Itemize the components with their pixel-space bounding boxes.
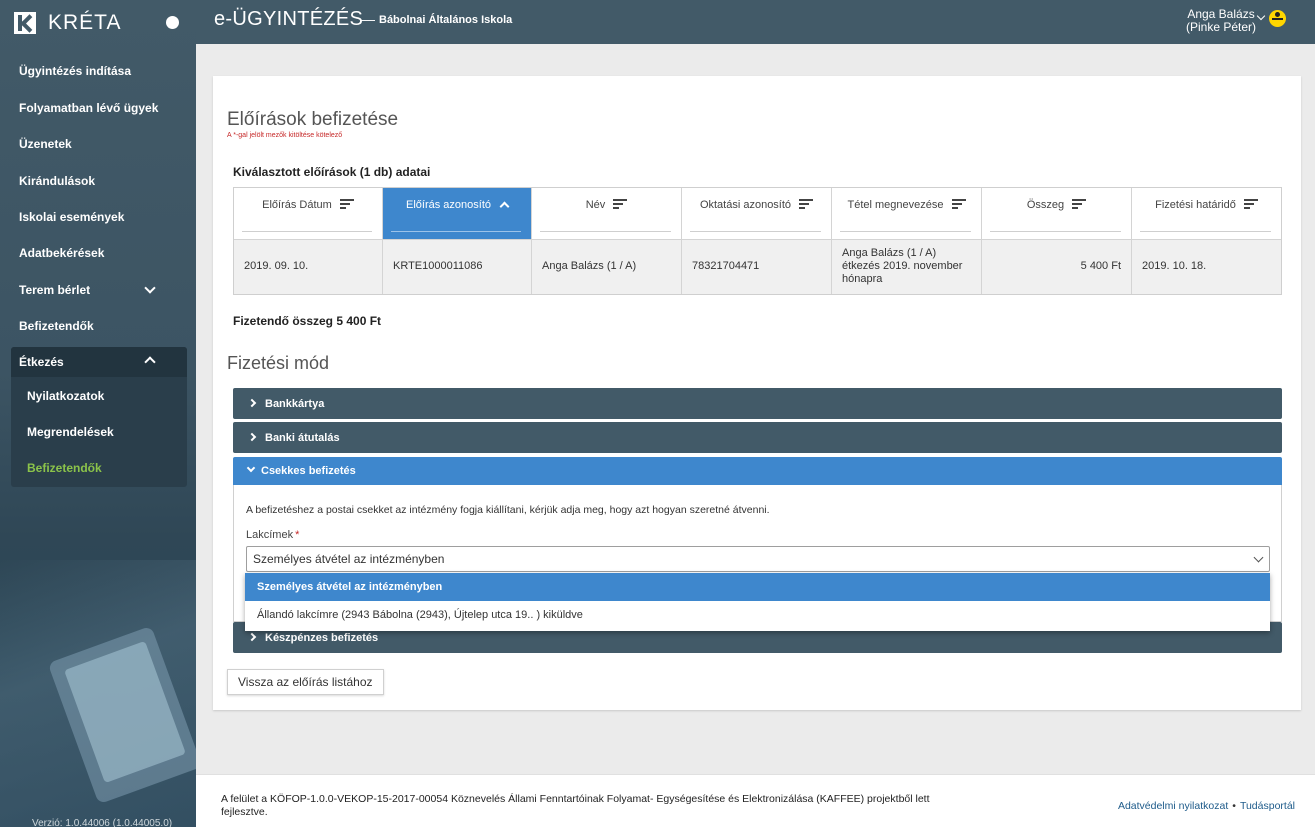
brand-name: KRÉTA	[48, 11, 122, 34]
column-header-oktatasi-azonosito[interactable]: Oktatási azonosító	[682, 188, 832, 239]
column-header-eloiras-azonosito[interactable]: Előírás azonosító	[383, 188, 532, 239]
sort-icon[interactable]	[1072, 199, 1087, 209]
accordion-label: Bankkártya	[265, 398, 325, 410]
accordion-label: Csekkes befizetés	[261, 465, 356, 477]
chevron-down-icon[interactable]	[1256, 11, 1266, 21]
accordion-label: Készpénzes befizetés	[265, 632, 379, 644]
submenu-item-nyilatkozatok[interactable]: Nyilatkozatok	[27, 389, 104, 403]
column-filter-input[interactable]	[1140, 231, 1271, 232]
sidebar-item-uzenetek[interactable]: Üzenetek	[19, 137, 72, 151]
accordion-label: Banki átutalás	[265, 432, 340, 444]
sidebar-item-ugyintezes-inditasa[interactable]: Ügyintézés indítása	[19, 64, 131, 78]
column-header-label: Oktatási azonosító	[699, 199, 792, 211]
column-header-label: Előírás azonosító	[406, 199, 491, 211]
chevron-down-icon[interactable]	[144, 282, 156, 294]
sidebar-toggle-button[interactable]	[166, 16, 179, 29]
sidebar-item-folyamatban[interactable]: Folyamatban lévő ügyek	[19, 101, 158, 115]
selected-items-title: Kiválasztott előírások (1 db) adatai	[233, 165, 431, 179]
sidebar-item-kirandulasok[interactable]: Kirándulások	[19, 174, 95, 188]
address-dropdown-list: Személyes átvétel az intézményben Álland…	[245, 573, 1270, 631]
app-title[interactable]: e-ÜGYINTÉZÉS	[214, 8, 363, 31]
address-option[interactable]: Állandó lakcímre (2943 Bábolna (2943), Ú…	[245, 601, 1270, 629]
table-cell: 2019. 10. 18.	[1142, 260, 1207, 272]
sidebar-item-befizetendok[interactable]: Befizetendők	[19, 319, 94, 333]
user-menu[interactable]: Anga Balázs (Pinke Péter)	[1186, 8, 1256, 34]
address-option-selected[interactable]: Személyes átvétel az intézményben	[245, 573, 1270, 601]
sort-icon[interactable]	[951, 199, 966, 209]
column-header-label: Előírás Dátum	[262, 199, 332, 211]
footer-links: Adatvédelmi nyilatkozat • Tudásportál	[1118, 800, 1295, 812]
payment-method-title: Fizetési mód	[227, 353, 330, 373]
accordion-bankkartya[interactable]: Bankkártya	[233, 388, 1282, 419]
submenu-item-befizetendok[interactable]: Befizetendők	[27, 461, 102, 475]
column-filter-input[interactable]	[690, 231, 821, 232]
chevron-down-icon	[1253, 552, 1264, 563]
sidebar-background-photo	[0, 560, 196, 827]
column-header-label: Tétel megnevezése	[847, 199, 944, 211]
footer-separator: •	[1232, 800, 1236, 812]
chevron-right-icon	[247, 398, 257, 408]
address-label: Lakcímek *	[246, 529, 299, 541]
table-cell: KRTE1000011086	[383, 239, 532, 294]
sort-icon[interactable]	[613, 199, 628, 209]
sort-ascending-icon[interactable]	[499, 201, 510, 212]
brand[interactable]: KRÉTA	[14, 10, 121, 36]
sidebar-item-iskolai-esemenyek[interactable]: Iskolai események	[19, 210, 124, 224]
knowledge-portal-link[interactable]: Tudásportál	[1240, 800, 1295, 812]
sidebar: KRÉTA Ügyintézés indítása Folyamatban lé…	[0, 0, 196, 827]
column-header-label: Összeg	[1026, 199, 1065, 211]
address-label-text: Lakcímek	[246, 529, 294, 541]
table-cell: 2019. 09. 10.	[234, 239, 383, 294]
footer: A felület a KÖFOP-1.0.0-VEKOP-15-2017-00…	[196, 774, 1315, 827]
table-cell: 78321704471	[682, 239, 832, 294]
accordion-csekkes-befizetes[interactable]: Csekkes befizetés	[233, 457, 1282, 485]
total-amount: Fizetendő összeg 5 400 Ft	[233, 314, 382, 328]
table-cell: 5 400 Ft	[982, 239, 1132, 294]
sort-icon[interactable]	[799, 199, 814, 209]
address-select-value: Személyes átvétel az intézményben	[253, 552, 445, 566]
title-separator: —	[361, 11, 375, 27]
back-to-list-button[interactable]: Vissza az előírás listához	[227, 669, 384, 695]
check-description: A befizetéshez a postai csekket az intéz…	[246, 504, 770, 516]
column-filter-input[interactable]	[990, 231, 1121, 232]
sidebar-item-adatbekeresek[interactable]: Adatbekérések	[19, 246, 104, 260]
school-name: Bábolnai Általános Iskola	[379, 14, 513, 26]
accessibility-icon[interactable]	[1269, 10, 1286, 27]
column-header-tetel-megnevezese[interactable]: Tétel megnevezése	[832, 188, 982, 239]
address-select[interactable]: Személyes átvétel az intézményben	[246, 546, 1270, 572]
column-header-fizetesi-hatarido[interactable]: Fizetési határidő	[1132, 188, 1281, 239]
table-cell: Anga Balázs (1 / A)	[532, 239, 682, 294]
column-header-label: Név	[585, 199, 606, 211]
accordion-banki-atutalas[interactable]: Banki átutalás	[233, 422, 1282, 453]
required-star: *	[295, 529, 300, 541]
submenu-item-megrendelesek[interactable]: Megrendelések	[27, 425, 114, 439]
kreta-logo-icon	[14, 12, 36, 34]
column-header-nev[interactable]: Név	[532, 188, 682, 239]
sort-icon[interactable]	[1243, 199, 1258, 209]
column-filter-input[interactable]	[242, 231, 372, 232]
column-header-osszeg[interactable]: Összeg	[982, 188, 1132, 239]
column-filter-input[interactable]	[540, 231, 671, 232]
user-subname: (Pinke Péter)	[1186, 20, 1257, 34]
column-filter-input[interactable]	[391, 231, 521, 232]
version-text: Verzió: 1.0.44006 (1.0.44005.0)	[32, 818, 173, 827]
privacy-link[interactable]: Adatvédelmi nyilatkozat	[1118, 800, 1228, 812]
sidebar-item-terem-berlet[interactable]: Terem bérlet	[19, 283, 90, 297]
chevron-down-icon	[246, 463, 256, 473]
column-header-eloiras-datum[interactable]: Előírás Dátum	[234, 188, 383, 239]
column-filter-input[interactable]	[840, 231, 971, 232]
sidebar-item-etkezes[interactable]: Étkezés	[19, 355, 64, 369]
table-cell: Anga Balázs (1 / A) étkezés 2019. novemb…	[832, 239, 982, 294]
chevron-right-icon	[247, 632, 257, 642]
column-header-label: Fizetési határidő	[1155, 199, 1236, 211]
required-note: A *-gal jelölt mezők kitöltése kötelező	[227, 132, 343, 139]
sort-icon[interactable]	[339, 199, 354, 209]
chevron-right-icon	[247, 432, 257, 442]
selected-items-table: Előírás Dátum Előírás azonosító Név Okta…	[233, 187, 1282, 295]
top-header: e-ÜGYINTÉZÉS — Bábolnai Általános Iskola…	[196, 0, 1315, 44]
page-title: Előírások befizetése	[227, 109, 399, 130]
footer-note: A felület a KÖFOP-1.0.0-VEKOP-15-2017-00…	[221, 793, 930, 818]
